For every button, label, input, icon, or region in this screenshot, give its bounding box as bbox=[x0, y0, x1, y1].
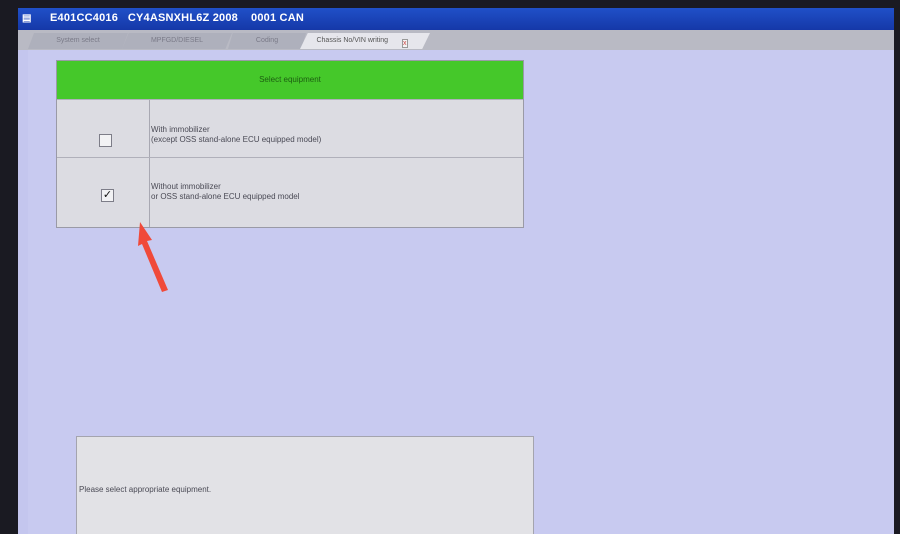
equipment-selection-table: Select equipment With immobilizer (excep… bbox=[56, 60, 524, 228]
tab-bar: System select MPFGD/DIESEL Coding Chassi… bbox=[18, 30, 900, 50]
screen-bezel bbox=[894, 8, 900, 534]
option-line: (except OSS stand-alone ECU equipped mod… bbox=[151, 135, 322, 144]
option-line: or OSS stand-alone ECU equipped model bbox=[151, 192, 300, 201]
main-content: Select equipment With immobilizer (excep… bbox=[28, 50, 900, 534]
option-line: Without immobilizer bbox=[151, 182, 221, 191]
annotation-arrow-icon bbox=[138, 222, 168, 292]
tab-system-select[interactable]: System select bbox=[28, 33, 128, 49]
close-tab-icon[interactable]: x bbox=[402, 39, 408, 48]
tab-chassis-vin-writing[interactable]: Chassis No/VIN writing x bbox=[300, 33, 430, 49]
checkbox-without-immobilizer[interactable]: ✓ bbox=[101, 189, 114, 202]
tab-label: MPFGD/DIESEL bbox=[150, 37, 204, 44]
window-titlebar: ▤ E401CC4016 CY4ASNXHL6Z 2008 0001 CAN bbox=[18, 8, 900, 30]
checkbox-with-immobilizer[interactable] bbox=[99, 134, 112, 147]
option-label: With immobilizer (except OSS stand-alone… bbox=[151, 125, 321, 145]
tab-label: Chassis No/VIN writing bbox=[316, 37, 389, 44]
option-row-without-immobilizer[interactable]: ✓ Without immobilizer or OSS stand-alone… bbox=[57, 157, 523, 228]
tab-mpfgd-diesel[interactable]: MPFGD/DIESEL bbox=[122, 33, 232, 49]
tab-label: System select bbox=[56, 37, 100, 44]
message-text: Please select appropriate equipment. bbox=[79, 485, 212, 494]
window-title: E401CC4016 CY4ASNXHL6Z 2008 0001 CAN bbox=[50, 12, 304, 24]
option-label: Without immobilizer or OSS stand-alone E… bbox=[151, 182, 300, 202]
tab-label: Coding bbox=[255, 37, 279, 44]
message-box: Please select appropriate equipment. bbox=[76, 436, 534, 534]
screen: ▤ E401CC4016 CY4ASNXHL6Z 2008 0001 CAN S… bbox=[18, 8, 900, 534]
option-row-with-immobilizer[interactable]: With immobilizer (except OSS stand-alone… bbox=[57, 99, 523, 157]
tab-coding[interactable]: Coding bbox=[228, 33, 306, 49]
equipment-header: Select equipment bbox=[57, 61, 523, 99]
app-icon: ▤ bbox=[22, 13, 32, 24]
option-line: With immobilizer bbox=[151, 125, 210, 134]
